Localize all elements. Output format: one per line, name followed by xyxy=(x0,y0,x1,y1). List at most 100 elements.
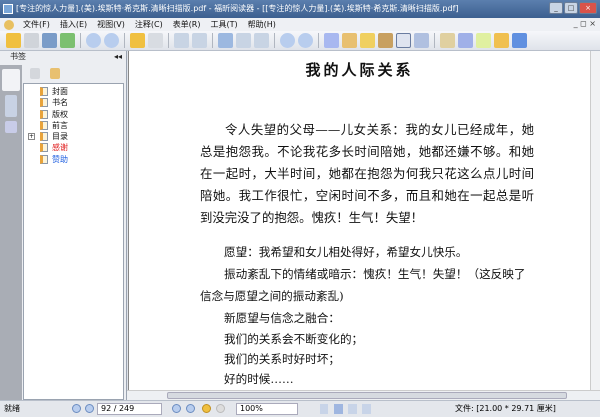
zoom-select[interactable]: 100% xyxy=(236,403,298,415)
bookmark-item[interactable]: + 目录 xyxy=(24,131,123,142)
menu-view[interactable]: 视图(V) xyxy=(96,19,126,30)
first-page-button[interactable] xyxy=(72,404,81,413)
status-bar: 就绪 92 / 249 100% 文件: [21.00 * 29.71 厘米] xyxy=(0,400,600,417)
prev-page-button[interactable] xyxy=(85,404,94,413)
panel-tabs xyxy=(0,65,22,400)
horizontal-scrollbar[interactable] xyxy=(127,390,600,400)
document-view: 我的人际关系 令人失望的父母——儿女关系：我的女儿已经成年，她总是抱怨我。不论我… xyxy=(128,51,590,390)
bookmark-label: 版权 xyxy=(52,109,68,119)
bookmark-icon xyxy=(40,143,48,153)
select-arrow-icon[interactable] xyxy=(360,33,375,48)
last-page-icon[interactable] xyxy=(104,33,119,48)
bookmark-label: 目录 xyxy=(52,132,68,142)
attach-icon[interactable] xyxy=(440,33,455,48)
bookmark-icon xyxy=(40,154,48,164)
bookmark-label: 前言 xyxy=(52,120,68,130)
menu-help[interactable]: 帮助(H) xyxy=(247,19,277,30)
delete-bookmark-icon[interactable] xyxy=(30,68,40,79)
text-line: 我们的关系会不断变化的； xyxy=(224,332,364,346)
bookmark-icon xyxy=(40,132,48,142)
rotate-ccw-icon[interactable] xyxy=(192,33,207,48)
text-line: 信念与愿望之间的振动紊乱) xyxy=(200,289,344,303)
add-bookmark-icon[interactable] xyxy=(50,68,60,79)
bookmark-tree: 封面书名 版权 前言 + 目录 感谢 赞助 xyxy=(23,83,124,400)
window-title: [专注的惊人力量].(美).埃斯特·希克斯.清晰扫描版.pdf - 福昕阅读器 … xyxy=(16,4,459,13)
zoom-in-circle-icon[interactable] xyxy=(298,33,313,48)
bookmark-item[interactable]: 赞助 xyxy=(24,154,123,165)
back-arrow-icon[interactable] xyxy=(130,33,145,48)
text-line: 我们的关系时好时坏； xyxy=(224,352,340,366)
fit-page-icon[interactable] xyxy=(236,33,251,48)
app-icon xyxy=(3,4,13,14)
hand-tool-icon[interactable] xyxy=(324,33,339,48)
print-icon[interactable] xyxy=(42,33,57,48)
bookmark-label: 封面 xyxy=(52,87,68,96)
menu-form[interactable]: 表单(R) xyxy=(172,19,202,30)
bookmark-item[interactable]: 感谢 xyxy=(24,142,123,153)
text-line: 振动紊乱下的情绪或暗示：愧疚！生气！失望！（这反映了 xyxy=(224,267,526,281)
next-page-button[interactable] xyxy=(172,404,181,413)
zoom-in-icon[interactable] xyxy=(218,33,233,48)
expand-icon[interactable]: + xyxy=(28,133,35,141)
forward-button[interactable] xyxy=(216,404,225,413)
maximize-button[interactable]: □ xyxy=(564,2,578,14)
typewriter-icon[interactable] xyxy=(396,33,411,48)
panel-title: 书签 xyxy=(10,52,26,61)
page-size: 文件: [21.00 * 29.71 厘米] xyxy=(455,404,556,413)
text-line: 新愿望与信念之融合： xyxy=(224,311,340,325)
open-icon[interactable] xyxy=(6,33,21,48)
layers-tab[interactable] xyxy=(5,121,17,133)
fit-width-icon[interactable] xyxy=(254,33,269,48)
pages-tab[interactable] xyxy=(5,95,17,117)
save-icon[interactable] xyxy=(24,33,39,48)
menu-comment[interactable]: 注释(C) xyxy=(134,19,164,30)
continuous-icon[interactable] xyxy=(334,404,343,414)
page-heading: 我的人际关系 xyxy=(305,61,414,79)
bookmark-item[interactable]: 版权 xyxy=(24,109,123,120)
back-button[interactable] xyxy=(202,404,211,413)
snapshot-icon[interactable] xyxy=(414,33,429,48)
document-window-controls[interactable]: _ ◻ × xyxy=(574,19,596,28)
comment-icon[interactable] xyxy=(494,33,509,48)
bookmark-label: 感谢 xyxy=(52,143,68,153)
minimize-button[interactable]: _ xyxy=(549,2,563,14)
select-text-icon[interactable] xyxy=(342,33,357,48)
arrow-tool-icon[interactable] xyxy=(512,33,527,48)
zoom-out-circle-icon[interactable] xyxy=(280,33,295,48)
first-page-icon[interactable] xyxy=(86,33,101,48)
email-icon[interactable] xyxy=(60,33,75,48)
paragraph: 令人失望的父母——儿女关系：我的女儿已经成年，她总是抱怨我。不论我花多长时间陪她… xyxy=(200,122,534,225)
bookmark-icon xyxy=(40,87,48,96)
title-bar: [专注的惊人力量].(美).埃斯特·希克斯.清晰扫描版.pdf - 福昕阅读器 … xyxy=(0,0,600,18)
collapse-panel-icon[interactable]: ◂◂ xyxy=(114,51,122,63)
bookmark-item[interactable]: 封面 xyxy=(24,86,123,97)
menu-insert[interactable]: 插入(E) xyxy=(59,19,88,30)
menu-bar: 文件(F) 插入(E) 视图(V) 注释(C) 表单(R) 工具(T) 帮助(H… xyxy=(0,18,600,31)
page-number-input[interactable]: 92 / 249 xyxy=(97,403,162,415)
facing-icon[interactable] xyxy=(348,404,357,414)
app-menu-icon[interactable] xyxy=(4,19,14,30)
bookmark-item[interactable]: 书名 xyxy=(24,97,123,108)
bookmark-panel: 书签 ◂◂ 封面书名 版权 前言 + 目录 感谢 赞助 xyxy=(0,51,127,400)
menu-tools[interactable]: 工具(T) xyxy=(210,19,239,30)
rotate-icon[interactable] xyxy=(174,33,189,48)
forward-arrow-icon[interactable] xyxy=(148,33,163,48)
text-line: 好的时候…… xyxy=(224,372,294,386)
bookmark-icon xyxy=(40,109,48,119)
single-page-icon[interactable] xyxy=(320,404,328,414)
menu-file[interactable]: 文件(F) xyxy=(22,19,51,30)
bookmark-icon xyxy=(40,98,48,108)
bookmark-item[interactable]: 前言 xyxy=(24,120,123,131)
textbox-icon[interactable] xyxy=(476,33,491,48)
last-page-button[interactable] xyxy=(186,404,195,413)
status-text: 就绪 xyxy=(4,404,20,413)
bookmark-icon xyxy=(40,120,48,130)
bookmarks-tab[interactable] xyxy=(2,69,20,91)
find-icon[interactable] xyxy=(378,33,393,48)
toolbar xyxy=(0,31,600,51)
vertical-scrollbar[interactable] xyxy=(590,51,600,390)
continuous-facing-icon[interactable] xyxy=(362,404,371,414)
close-button[interactable]: × xyxy=(579,2,597,14)
bookmark-label: 书名 xyxy=(52,98,68,108)
note-icon[interactable] xyxy=(458,33,473,48)
